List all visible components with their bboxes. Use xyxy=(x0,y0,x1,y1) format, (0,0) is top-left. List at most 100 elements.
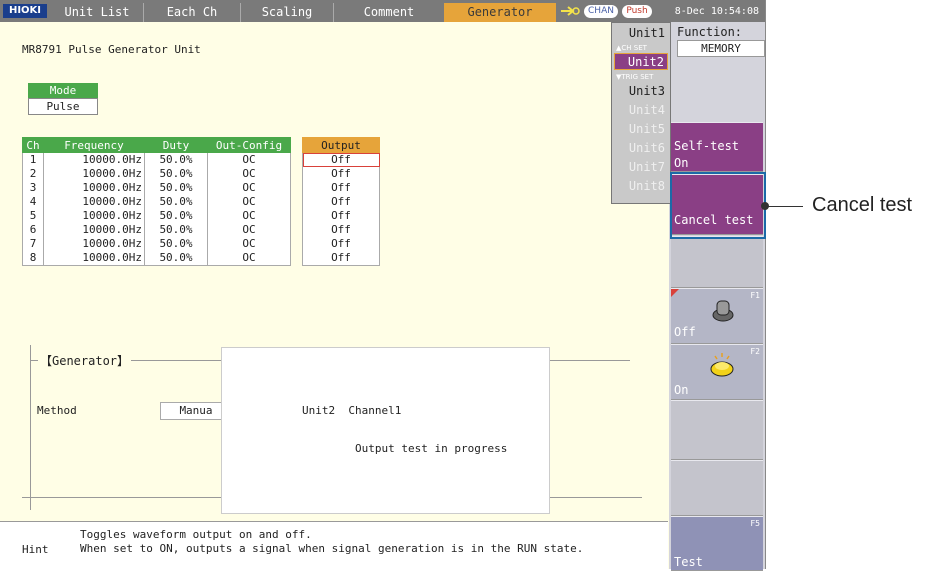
duty-cell[interactable]: 50.0% xyxy=(144,152,208,167)
cfg-cell[interactable]: OC xyxy=(207,237,291,251)
f5-test-button[interactable]: F5 Test xyxy=(671,516,763,571)
output-cell[interactable]: Off xyxy=(302,209,380,223)
tab-each-ch[interactable]: Each Ch xyxy=(143,3,240,22)
f2-label: On xyxy=(674,383,689,397)
table-row: 8 10000.0Hz 50.0% OC xyxy=(22,251,291,266)
tab-generator[interactable]: Generator xyxy=(444,3,556,22)
freq-cell[interactable]: 10000.0Hz xyxy=(43,167,145,181)
hint-label: Hint xyxy=(22,543,49,556)
col-frequency: Frequency xyxy=(43,137,145,153)
dialog-status-text: Output test in progress xyxy=(355,442,508,455)
push-badge: Push xyxy=(622,5,652,18)
function-value[interactable]: MEMORY xyxy=(677,40,765,57)
blank-key-1 xyxy=(671,236,763,288)
callout-line xyxy=(765,206,803,207)
freq-cell[interactable]: 10000.0Hz xyxy=(43,195,145,209)
mode-label: Mode xyxy=(28,83,98,98)
mode-value[interactable]: Pulse xyxy=(28,98,98,115)
tab-unit-list[interactable]: Unit List xyxy=(52,3,142,22)
cfg-cell[interactable]: OC xyxy=(207,167,291,181)
table-row: 2 10000.0Hz 50.0% OC xyxy=(22,167,291,181)
cfg-cell[interactable]: OC xyxy=(207,209,291,223)
table-row: 6 10000.0Hz 50.0% OC xyxy=(22,223,291,237)
output-cell[interactable]: Off xyxy=(302,223,380,237)
duty-cell[interactable]: 50.0% xyxy=(144,181,208,195)
method-label: Method xyxy=(37,404,77,417)
ch-cell: 8 xyxy=(22,251,44,266)
unit-item-1[interactable]: Unit1 xyxy=(614,25,668,42)
self-test-button[interactable]: Self-test On xyxy=(671,122,763,172)
cancel-test-highlight xyxy=(670,172,766,239)
f1-label: Off xyxy=(674,325,696,339)
unit-list: Unit1 ▲CH SET Unit2 ▼TRIG SET Unit3 Unit… xyxy=(611,22,671,204)
page-title: MR8791 Pulse Generator Unit xyxy=(22,43,201,56)
ch-cell: 1 xyxy=(22,152,44,167)
corner-marker-icon xyxy=(671,289,679,297)
tab-scaling[interactable]: Scaling xyxy=(240,3,333,22)
f1-key-label: F1 xyxy=(750,291,760,300)
output-cell[interactable]: Off xyxy=(302,195,380,209)
self-test-label: Self-test xyxy=(674,139,740,153)
unit-item-6[interactable]: Unit6 xyxy=(614,140,668,157)
ch-cell: 5 xyxy=(22,209,44,223)
table-row: 3 10000.0Hz 50.0% OC xyxy=(22,181,291,195)
unit-item-4[interactable]: Unit4 xyxy=(614,102,668,119)
freq-cell[interactable]: 10000.0Hz xyxy=(43,181,145,195)
freq-cell[interactable]: 10000.0Hz xyxy=(43,237,145,251)
freq-cell[interactable]: 10000.0Hz xyxy=(43,251,145,266)
unit-item-7[interactable]: Unit7 xyxy=(614,159,668,176)
duty-cell[interactable]: 50.0% xyxy=(144,195,208,209)
col-output: Output xyxy=(302,137,380,153)
duty-cell[interactable]: 50.0% xyxy=(144,223,208,237)
f1-off-button[interactable]: F1 Off xyxy=(671,288,763,344)
unit-item-8[interactable]: Unit8 xyxy=(614,178,668,195)
blank-key-3 xyxy=(671,460,763,516)
generator-frame-left xyxy=(30,345,31,510)
table-row: 5 10000.0Hz 50.0% OC xyxy=(22,209,291,223)
freq-cell[interactable]: 10000.0Hz xyxy=(43,209,145,223)
col-out-config: Out-Config xyxy=(207,137,291,153)
output-table: Output Off Off Off Off Off Off Off Off xyxy=(302,137,380,266)
blank-key-2 xyxy=(671,400,763,460)
col-ch: Ch xyxy=(22,137,44,153)
ch-cell: 4 xyxy=(22,195,44,209)
output-cell[interactable]: Off xyxy=(302,237,380,251)
duty-cell[interactable]: 50.0% xyxy=(144,209,208,223)
trig-set-label: ▼TRIG SET xyxy=(616,73,654,81)
freq-cell[interactable]: 10000.0Hz xyxy=(43,223,145,237)
unit-item-5[interactable]: Unit5 xyxy=(614,121,668,138)
output-cell[interactable]: Off xyxy=(302,152,380,167)
chan-badge: CHAN xyxy=(584,5,618,18)
test-progress-dialog xyxy=(221,347,550,514)
cfg-cell[interactable]: OC xyxy=(207,152,291,167)
tab-comment[interactable]: Comment xyxy=(333,3,444,22)
self-test-value: On xyxy=(674,156,689,170)
hioki-logo: HIOKI xyxy=(3,4,47,18)
duty-cell[interactable]: 50.0% xyxy=(144,237,208,251)
clock: 8-Dec 10:54:08 xyxy=(674,6,759,17)
generator-section-title: 【Generator】 xyxy=(38,352,132,369)
ch-cell: 3 xyxy=(22,181,44,195)
switch-off-icon xyxy=(712,300,734,322)
duty-cell[interactable]: 50.0% xyxy=(144,251,208,266)
ch-cell: 2 xyxy=(22,167,44,181)
callout-label: Cancel test xyxy=(812,194,913,216)
hint-line-1: Toggles waveform output on and off. xyxy=(80,528,312,541)
unit-item-3[interactable]: Unit3 xyxy=(614,83,668,100)
f2-on-button[interactable]: F2 On xyxy=(671,344,763,400)
freq-cell[interactable]: 10000.0Hz xyxy=(43,152,145,167)
cfg-cell[interactable]: OC xyxy=(207,251,291,266)
cfg-cell[interactable]: OC xyxy=(207,223,291,237)
function-label: Function: xyxy=(677,25,743,39)
output-cell[interactable]: Off xyxy=(302,167,380,181)
duty-cell[interactable]: 50.0% xyxy=(144,167,208,181)
ch-cell: 7 xyxy=(22,237,44,251)
cfg-cell[interactable]: OC xyxy=(207,181,291,195)
table-row: 7 10000.0Hz 50.0% OC xyxy=(22,237,291,251)
switch-on-icon xyxy=(710,353,734,377)
output-cell[interactable]: Off xyxy=(302,181,380,195)
cfg-cell[interactable]: OC xyxy=(207,195,291,209)
output-cell[interactable]: Off xyxy=(302,251,380,266)
unit-item-2[interactable]: Unit2 xyxy=(614,53,668,70)
channel-table: Ch Frequency Duty Out-Config 1 10000.0Hz 5… xyxy=(22,137,291,266)
